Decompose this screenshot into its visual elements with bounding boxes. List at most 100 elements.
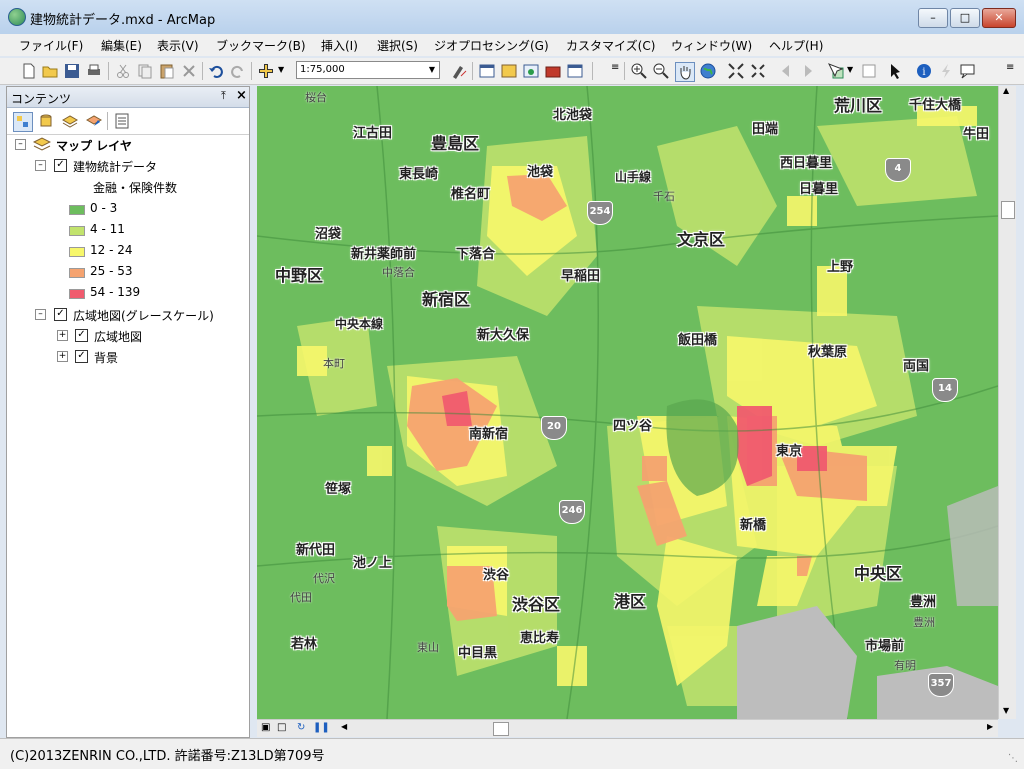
sublayer1-visibility-checkbox[interactable]: ✓ xyxy=(75,329,88,342)
menu-help[interactable]: ヘルプ(H) xyxy=(769,37,823,54)
legend-label-0: 0 - 3 xyxy=(90,201,118,215)
scroll-up-icon[interactable]: ▲ xyxy=(1003,86,1009,95)
list-by-selection-icon[interactable] xyxy=(85,112,103,130)
toc-close-icon[interactable]: × xyxy=(236,88,247,103)
scroll-right-icon[interactable]: ▶ xyxy=(987,722,993,731)
zoom-in-icon[interactable] xyxy=(630,62,648,80)
map-display[interactable]: 豊島区 文京区 荒川区 中野区 新宿区 渋谷区 港区 中央区 北池袋 田端 千住… xyxy=(257,86,998,719)
minimize-button[interactable]: – xyxy=(918,8,948,28)
search-window-icon[interactable] xyxy=(522,62,540,80)
list-by-visibility-icon[interactable] xyxy=(61,112,79,130)
fixed-zoom-in-icon[interactable] xyxy=(727,62,745,80)
layer1-label[interactable]: 建物統計データ xyxy=(73,158,157,175)
paste-icon[interactable] xyxy=(158,62,176,80)
sublayer2-visibility-checkbox[interactable]: ✓ xyxy=(75,350,88,363)
menu-geoprocessing[interactable]: ジオプロセシング(G) xyxy=(434,37,549,54)
open-folder-icon[interactable] xyxy=(41,62,59,80)
identify-icon[interactable]: i xyxy=(915,62,933,80)
menu-edit[interactable]: 編集(E) xyxy=(101,37,142,54)
zoom-out-icon[interactable] xyxy=(652,62,670,80)
menu-windows[interactable]: ウィンドウ(W) xyxy=(671,37,752,54)
station-label-shiinamachi: 椎名町 xyxy=(451,187,491,202)
add-data-dropdown-icon[interactable]: ▼ xyxy=(278,65,284,74)
expand-sublayer1-icon[interactable]: + xyxy=(57,330,68,341)
list-by-drawing-order-icon[interactable] xyxy=(13,112,33,132)
station-label-shimbashi: 新橋 xyxy=(740,518,767,533)
add-data-icon[interactable] xyxy=(257,62,275,80)
vertical-scroll-thumb[interactable] xyxy=(1001,201,1015,219)
cut-icon[interactable] xyxy=(114,62,132,80)
data-view-icon[interactable]: □ xyxy=(277,722,286,733)
menu-file[interactable]: ファイル(F) xyxy=(19,37,83,54)
toolbar-overflow-right-icon[interactable]: ≡ xyxy=(1006,62,1014,73)
menu-selection[interactable]: 選択(S) xyxy=(377,37,418,54)
map-scale-input[interactable]: 1:75,000 ▼ xyxy=(296,61,440,79)
menu-insert[interactable]: 挿入(I) xyxy=(321,37,358,54)
scroll-left-icon[interactable]: ◀ xyxy=(341,722,347,731)
refresh-icon[interactable]: ↻ xyxy=(297,722,305,733)
layer1-visibility-checkbox[interactable]: ✓ xyxy=(54,159,67,172)
expand-sublayer2-icon[interactable]: + xyxy=(57,351,68,362)
copy-icon[interactable] xyxy=(136,62,154,80)
hyperlink-icon[interactable] xyxy=(937,62,955,80)
menu-bookmarks[interactable]: ブックマーク(B) xyxy=(216,37,306,54)
standard-toolbar: ▼ 1:75,000 ▼ ≡ ▼ i ≡ xyxy=(0,58,1024,85)
vertical-scrollbar[interactable]: ▲ ▼ xyxy=(998,86,1016,719)
sublayer1-label[interactable]: 広域地図 xyxy=(94,328,142,345)
layout-view-icon[interactable]: ▣ xyxy=(261,722,270,733)
menu-customize[interactable]: カスタマイズ(C) xyxy=(566,37,655,54)
maximize-button[interactable]: □ xyxy=(950,8,980,28)
scale-dropdown-icon[interactable]: ▼ xyxy=(426,63,438,77)
expand-map-layers-icon[interactable]: – xyxy=(15,139,26,150)
pin-icon[interactable]: ⤒ xyxy=(221,89,226,103)
select-dropdown-icon[interactable]: ▼ xyxy=(847,65,853,74)
undo-icon[interactable] xyxy=(207,62,225,80)
resize-grip-icon[interactable]: ⋱ xyxy=(1008,753,1018,764)
station-label-sasazuka: 笹塚 xyxy=(325,482,352,497)
delete-icon[interactable] xyxy=(180,62,198,80)
faint-label-sakuradai: 桜台 xyxy=(305,91,327,104)
go-forward-extent-icon[interactable] xyxy=(799,62,817,80)
save-icon[interactable] xyxy=(63,62,81,80)
clear-selection-icon[interactable] xyxy=(860,62,878,80)
sublayer2-label[interactable]: 背景 xyxy=(94,349,118,366)
station-label-ebisu: 恵比寿 xyxy=(520,631,560,646)
select-elements-arrow-icon[interactable] xyxy=(887,62,905,80)
fixed-zoom-out-icon[interactable] xyxy=(749,62,767,80)
station-label-shibuya: 渋谷 xyxy=(483,568,510,583)
ward-label-minato: 港区 xyxy=(614,592,647,611)
faint-label-higashiyama: 東山 xyxy=(417,641,439,654)
python-window-icon[interactable] xyxy=(566,62,584,80)
editor-toolbar-icon[interactable] xyxy=(450,62,468,80)
table-of-contents-icon[interactable] xyxy=(478,62,496,80)
scroll-down-icon[interactable]: ▼ xyxy=(1003,706,1009,715)
map-layers-label[interactable]: マップ レイヤ xyxy=(56,137,132,154)
pause-drawing-icon[interactable]: ❚❚ xyxy=(313,722,330,733)
legend-label-4: 54 - 139 xyxy=(90,285,141,299)
pan-hand-icon[interactable] xyxy=(675,62,695,82)
print-icon[interactable] xyxy=(85,62,103,80)
close-button[interactable]: ✕ xyxy=(982,8,1016,28)
list-by-source-icon[interactable] xyxy=(37,112,55,130)
catalog-icon[interactable] xyxy=(500,62,518,80)
go-back-extent-icon[interactable] xyxy=(777,62,795,80)
arcmap-app-icon[interactable] xyxy=(8,8,26,26)
toolbar-overflow-icon[interactable]: ≡ xyxy=(611,62,619,73)
select-features-icon[interactable] xyxy=(827,62,845,80)
redo-icon[interactable] xyxy=(229,62,247,80)
layer2-visibility-checkbox[interactable]: ✓ xyxy=(54,308,67,321)
horizontal-scroll-thumb[interactable] xyxy=(493,722,509,736)
toc-toolbar xyxy=(7,108,249,135)
layer2-label[interactable]: 広域地図(グレースケール) xyxy=(73,307,214,324)
html-popup-icon[interactable] xyxy=(959,62,977,80)
full-extent-globe-icon[interactable] xyxy=(699,62,717,80)
faint-label-toyosu: 豊洲 xyxy=(913,616,935,629)
menu-view[interactable]: 表示(V) xyxy=(157,37,199,54)
toc-options-icon[interactable] xyxy=(113,112,131,130)
faint-label-ariake: 有明 xyxy=(894,659,916,672)
expand-layer1-icon[interactable]: – xyxy=(35,160,46,171)
water-area-3 xyxy=(947,486,998,606)
expand-layer2-icon[interactable]: – xyxy=(35,309,46,320)
arctoolbox-icon[interactable] xyxy=(544,62,562,80)
new-document-icon[interactable] xyxy=(20,62,38,80)
